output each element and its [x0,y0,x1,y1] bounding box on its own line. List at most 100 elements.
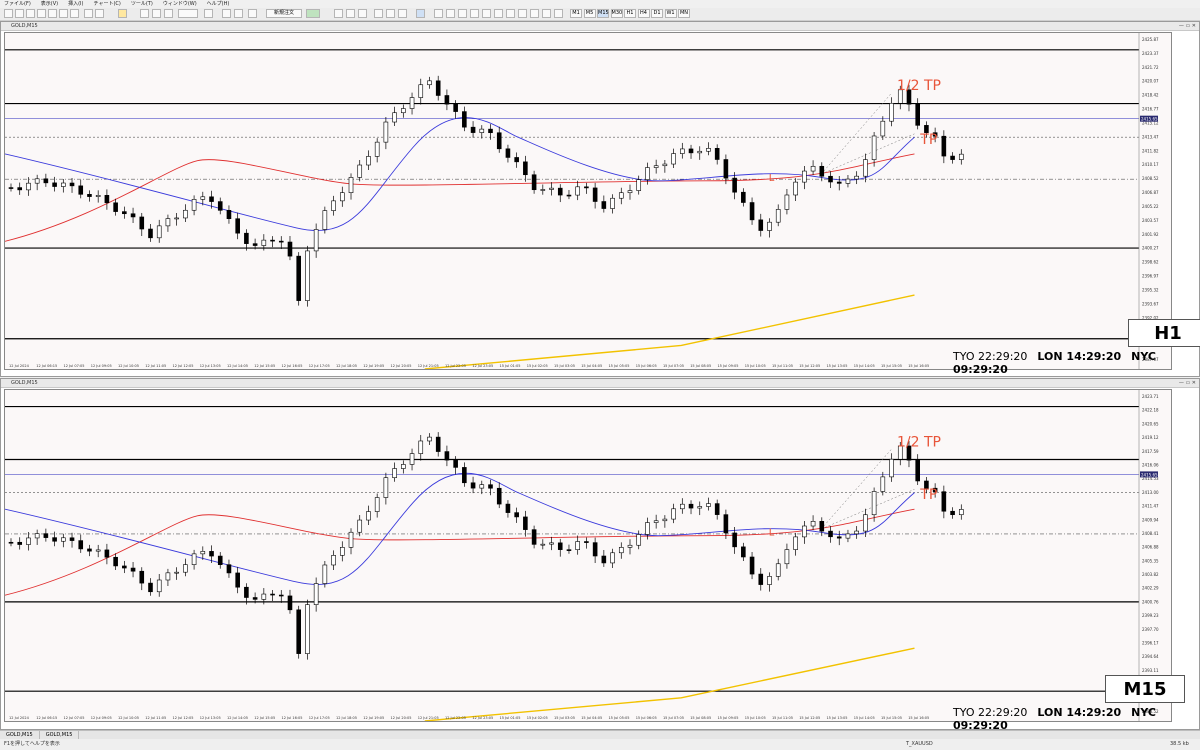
price-chart[interactable]: 1/2 TP TP L 2423.71 2422.18 2420.65 2419.12 241… [5,390,1171,721]
timeframe-h1-button[interactable]: H1 [624,9,636,18]
horizontal-line-icon[interactable] [446,9,455,18]
candlestick-icon[interactable] [386,9,395,18]
candle [653,165,659,168]
price-tick-label: 2398.62 [1142,260,1159,265]
text-icon[interactable] [494,9,503,18]
time-tick-label: 12 Jul 2024 [9,364,30,368]
candle [845,178,851,184]
line-chart-icon[interactable] [398,9,407,18]
chart-plot-area[interactable]: 1/2 TP TP L 2423.71 2422.18 2420.65 2419.12 241… [4,389,1185,732]
menu-item[interactable]: ヘルプ(H) [207,0,230,8]
new-order-button[interactable]: 新規注文 [266,9,302,18]
candle [95,549,101,552]
bar-chart-icon[interactable] [374,9,383,18]
tester-icon[interactable] [70,9,79,18]
timeframe-m1-button[interactable]: M1 [570,9,582,18]
trendline-icon[interactable] [458,9,467,18]
zoom-in-icon[interactable] [334,9,343,18]
timeframe-label: H1 [1128,319,1200,347]
price-tick-label: 2408.52 [1142,176,1159,181]
candle [209,196,214,202]
settings-icon[interactable] [152,9,161,18]
periods-icon[interactable] [234,9,243,18]
candle [122,211,127,215]
candle [34,178,40,184]
fibonacci-icon[interactable] [482,9,491,18]
candle [601,555,607,564]
profiles-icon[interactable] [15,9,24,18]
candle [557,542,563,550]
auto-trading-button[interactable] [306,9,320,18]
time-tick-label: 15 Jul 03:05 [554,716,575,720]
crosshair-icon[interactable] [84,9,93,18]
candle [78,540,84,550]
time-tick-label: 12 Jul 17:05 [309,364,330,368]
timeframe-d1-button[interactable]: D1 [651,9,663,18]
candle [741,191,746,203]
chart-tab[interactable]: GOLD,M15 [40,731,80,739]
time-tick-label: 15 Jul 14:05 [854,716,875,720]
chart-type-icon[interactable] [248,9,257,18]
indicators-icon[interactable] [204,9,213,18]
candle [43,178,49,184]
candle [348,531,354,548]
price-chart[interactable]: 1/2 TP TP L 2425.87 2423.37 2421.72 2420.07 241… [5,33,1171,369]
timeframe-m15-button[interactable]: M15 [597,9,609,18]
stats-icon[interactable] [140,9,149,18]
menu-item[interactable]: チャート(C) [94,0,121,8]
navigator-icon[interactable] [48,9,57,18]
menu-item[interactable]: ツール(T) [131,0,153,8]
time-tick-label: 12 Jul 09:05 [91,364,112,368]
candle [566,194,572,197]
vertical-line-icon[interactable] [434,9,443,18]
cursor-icon[interactable] [416,9,425,18]
chart-tab[interactable]: GOLD,M15 [0,731,40,739]
menu-item[interactable]: ウィンドウ(W) [163,0,197,8]
terminal-icon[interactable] [59,9,68,18]
candle [470,126,476,133]
arrows-icon[interactable] [518,9,527,18]
menu-item[interactable]: 挿入(I) [68,0,83,8]
tile-windows-icon[interactable] [358,9,367,18]
chart-plot-area[interactable]: 1/2 TP TP L 2425.87 2423.37 2421.72 2420.07 241… [4,32,1200,376]
timeframe-m30-button[interactable]: M30 [610,9,623,18]
candle [43,533,49,538]
time-tick-label: 15 Jul 10:05 [745,716,766,720]
candle [235,218,240,234]
zoom-out-icon[interactable] [346,9,355,18]
candle [322,210,328,230]
chart-shift-icon[interactable] [178,9,198,18]
candle [191,553,197,565]
pitchfork-icon[interactable] [542,9,551,18]
templates-icon[interactable] [222,9,231,18]
price-tick-label: 2419.12 [1142,435,1159,440]
candle [17,187,23,191]
lock-icon[interactable] [118,9,127,18]
candle [941,135,947,157]
window-controls[interactable]: — ▭ ✕ [1179,380,1196,386]
time-tick-label: 15 Jul 08:05 [690,716,711,720]
channel-icon[interactable] [470,9,479,18]
time-tick-label: 12 Jul 07:05 [63,716,84,720]
timeframe-mn-button[interactable]: MN [678,9,690,18]
candle [217,555,223,565]
timeframe-w1-button[interactable]: W1 [664,9,677,18]
time-tick-label: 15 Jul 02:05 [527,716,548,720]
line-icon[interactable] [95,9,104,18]
candle [784,549,790,565]
candle [130,567,136,572]
candle [270,239,275,242]
timeframe-m5-button[interactable]: M5 [583,9,596,18]
shapes-icon[interactable] [530,9,539,18]
window-controls[interactable]: — ▭ ✕ [1179,23,1196,29]
data-window-icon[interactable] [37,9,46,18]
sync-icon[interactable] [164,9,173,18]
market-watch-icon[interactable] [26,9,35,18]
menu-item[interactable]: 表示(V) [41,0,58,8]
label-icon[interactable] [506,9,515,18]
timeframe-h4-button[interactable]: H4 [637,9,650,18]
new-chart-icon[interactable] [4,9,13,18]
candle [348,177,354,193]
cycle-lines-icon[interactable] [554,9,563,18]
menu-item[interactable]: ファイル(F) [4,0,31,8]
